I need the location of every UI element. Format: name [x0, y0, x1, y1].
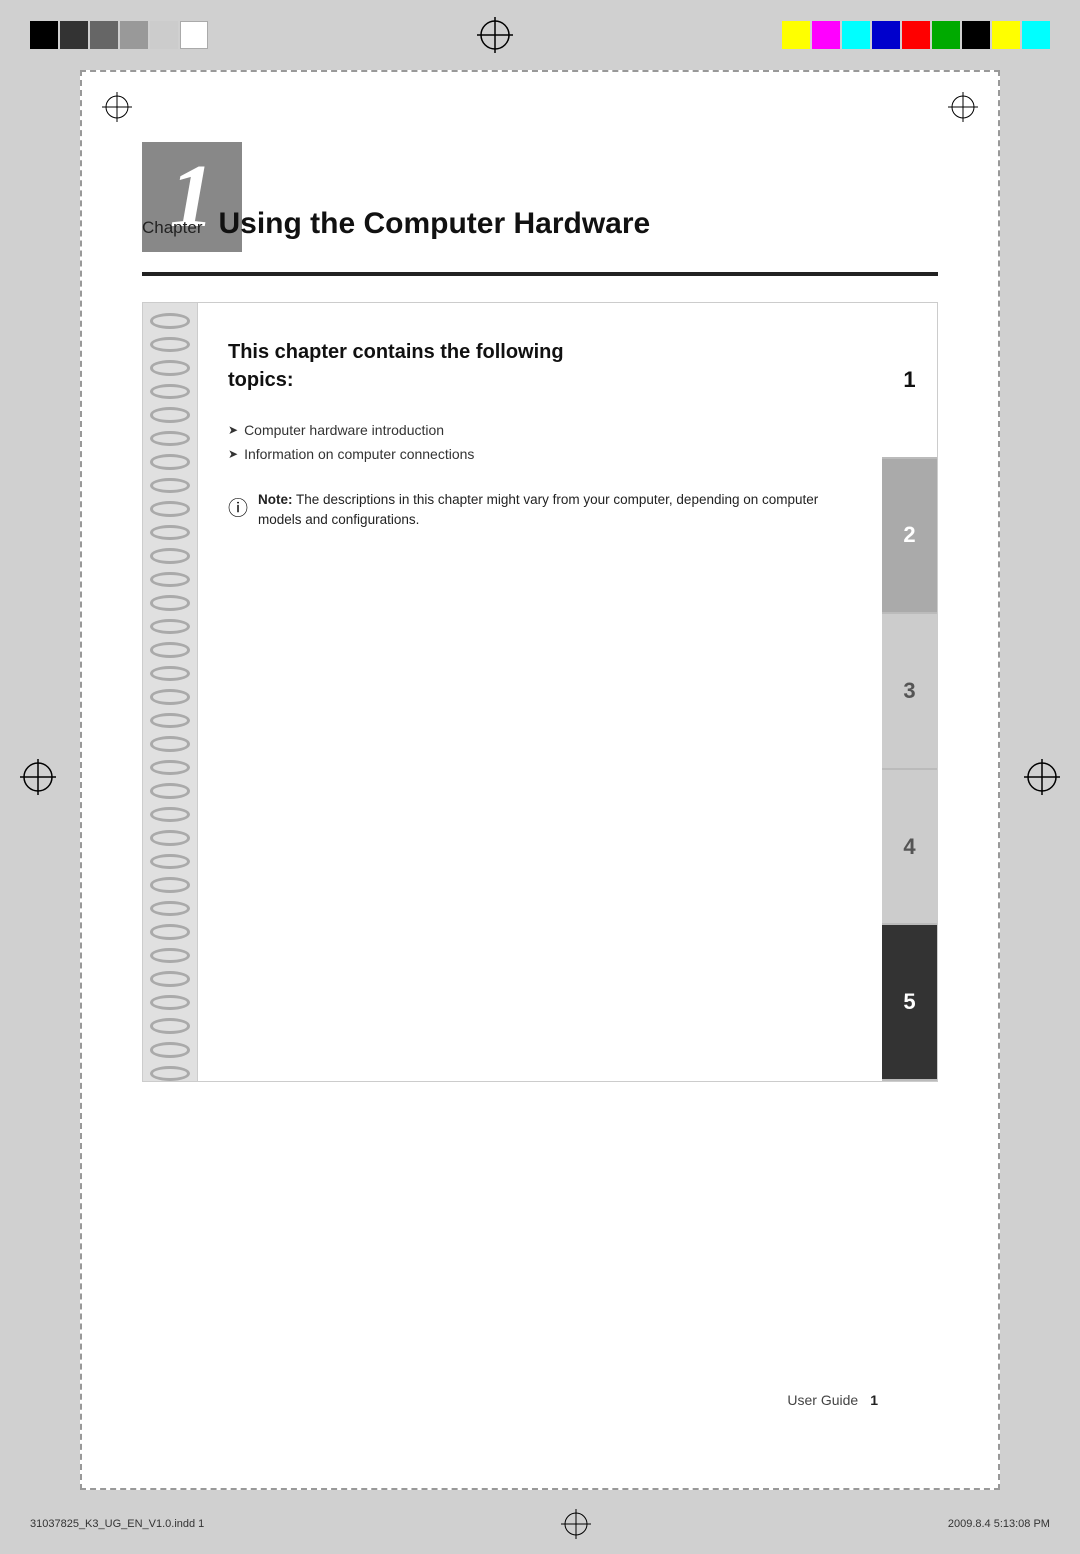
spiral-ring — [150, 830, 190, 846]
registration-mark-top — [477, 17, 513, 53]
reg-mark-left — [20, 759, 56, 795]
toc-list: Computer hardware introduction Informati… — [228, 422, 852, 462]
note-body: The descriptions in this chapter might v… — [258, 492, 818, 527]
color-bar — [150, 21, 178, 49]
color-bar — [992, 21, 1020, 49]
chapter-divider — [142, 272, 938, 276]
spiral-ring — [150, 548, 190, 564]
tab-4: 4 — [882, 770, 937, 926]
color-bar — [1022, 21, 1050, 49]
spiral-binding — [143, 303, 198, 1081]
spiral-ring — [150, 501, 190, 517]
color-bar — [30, 21, 58, 49]
spiral-ring — [150, 572, 190, 588]
list-item: Information on computer connections — [228, 446, 852, 462]
note-icon: ⓘ — [228, 492, 248, 521]
spiral-ring — [150, 478, 190, 494]
spiral-ring — [150, 854, 190, 870]
color-bar — [812, 21, 840, 49]
print-marks-bottom: 31037825_K3_UG_EN_V1.0.indd 1 2009.8.4 5… — [0, 1494, 1080, 1554]
tab-5: 5 — [882, 925, 937, 1081]
spiral-ring — [150, 877, 190, 893]
list-item: Computer hardware introduction — [228, 422, 852, 438]
spiral-ring — [150, 971, 190, 987]
spiral-ring — [150, 619, 190, 635]
chapter-label: Chapter — [142, 214, 202, 238]
chapter-title: Using the Computer Hardware — [218, 207, 650, 241]
page-content: 1 Chapter Using the Computer Hardware — [142, 132, 938, 1428]
spiral-ring — [150, 313, 190, 329]
spiral-ring — [150, 1066, 190, 1082]
color-bar — [902, 21, 930, 49]
spiral-ring — [150, 689, 190, 705]
bottom-date-info: 2009.8.4 5:13:08 PM — [948, 1518, 1050, 1530]
tab-section: 1 2 3 4 5 — [882, 303, 937, 1081]
footer-page-number: 1 — [870, 1392, 878, 1408]
spiral-ring — [150, 407, 190, 423]
notebook-content: This chapter contains the following topi… — [198, 303, 882, 1081]
chapter-title-row: Chapter Using the Computer Hardware — [142, 207, 938, 241]
spiral-ring — [150, 713, 190, 729]
tab-1: 1 — [882, 303, 937, 459]
spiral-ring — [150, 736, 190, 752]
color-bar — [60, 21, 88, 49]
spiral-ring — [150, 948, 190, 964]
reg-mark-right — [1024, 759, 1060, 795]
tab-2: 2 — [882, 459, 937, 615]
notebook-section: 1 2 3 4 5 This chapter contains the foll… — [142, 302, 938, 1082]
toc-heading: This chapter contains the following topi… — [228, 338, 852, 394]
spiral-ring — [150, 337, 190, 353]
color-bars-right — [782, 21, 1050, 49]
spiral-ring — [150, 995, 190, 1011]
spiral-ring — [150, 807, 190, 823]
spiral-ring — [150, 642, 190, 658]
reg-mark-bottom — [561, 1509, 591, 1539]
spiral-ring — [150, 454, 190, 470]
spiral-ring — [150, 384, 190, 400]
color-bar — [962, 21, 990, 49]
tab-3: 3 — [882, 614, 937, 770]
color-bar — [872, 21, 900, 49]
spiral-ring — [150, 360, 190, 376]
color-bar — [932, 21, 960, 49]
document-page: 1 Chapter Using the Computer Hardware — [80, 70, 1000, 1490]
spiral-ring — [150, 1018, 190, 1034]
note-block: ⓘ Note: The descriptions in this chapter… — [228, 490, 852, 531]
color-bar — [120, 21, 148, 49]
note-label: Note: — [258, 492, 293, 507]
reg-mark-tr — [948, 92, 978, 122]
page-footer: User Guide 1 — [202, 1392, 878, 1408]
color-bar — [90, 21, 118, 49]
color-bar — [180, 21, 208, 49]
spiral-ring — [150, 760, 190, 776]
color-bar — [782, 21, 810, 49]
spiral-ring — [150, 431, 190, 447]
spiral-ring — [150, 595, 190, 611]
spiral-ring — [150, 1042, 190, 1058]
spiral-ring — [150, 924, 190, 940]
spiral-ring — [150, 783, 190, 799]
bottom-file-info: 31037825_K3_UG_EN_V1.0.indd 1 — [30, 1518, 204, 1530]
print-marks-top — [0, 0, 1080, 70]
spiral-ring — [150, 666, 190, 682]
note-text: Note: The descriptions in this chapter m… — [258, 490, 852, 531]
reg-mark-tl — [102, 92, 132, 122]
color-bars-left — [30, 21, 208, 49]
spiral-ring — [150, 525, 190, 541]
color-bar — [842, 21, 870, 49]
spiral-ring — [150, 901, 190, 917]
footer-label: User Guide — [787, 1392, 858, 1408]
